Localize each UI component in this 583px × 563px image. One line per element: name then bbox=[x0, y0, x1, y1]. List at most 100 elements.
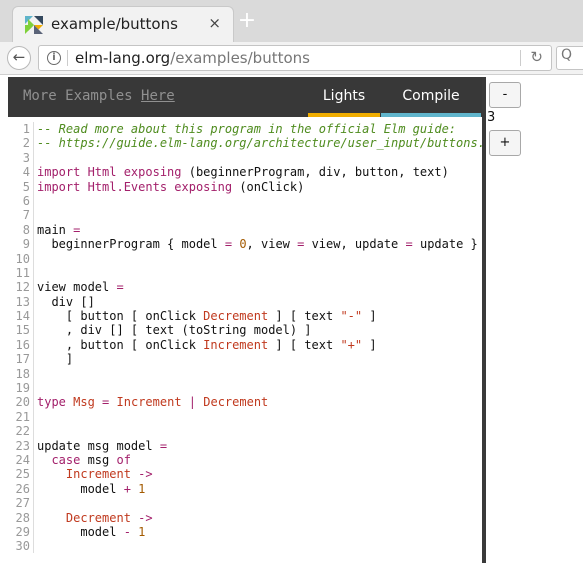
code-token: model bbox=[37, 524, 124, 539]
code-token: 0 bbox=[239, 237, 247, 252]
search-icon[interactable]: Q bbox=[556, 46, 583, 70]
code-text: import Html.Events exposing (onClick) bbox=[30, 180, 304, 194]
code-token: exposing bbox=[167, 179, 240, 194]
code-token: = bbox=[73, 222, 81, 237]
increment-button[interactable]: + bbox=[489, 130, 521, 156]
code-line[interactable]: 18 bbox=[8, 367, 482, 381]
compile-accent-bar bbox=[381, 113, 481, 117]
code-text: case msg of bbox=[30, 452, 131, 467]
line-number: 11 bbox=[15, 265, 30, 280]
code-token: exposing bbox=[116, 165, 189, 180]
code-line[interactable]: 4 import Html exposing (beginnerProgram, … bbox=[8, 165, 482, 179]
code-line[interactable]: 1 -- Read more about this program in the … bbox=[8, 122, 482, 136]
code-line[interactable]: 6 bbox=[8, 194, 482, 208]
code-token: - bbox=[123, 524, 131, 539]
code-line[interactable]: 29 model - 1 bbox=[8, 525, 482, 539]
browser-tab-strip: example/buttons × + bbox=[0, 0, 583, 42]
code-line[interactable]: 27 bbox=[8, 496, 482, 510]
compile-button[interactable]: Compile bbox=[381, 77, 481, 117]
code-line[interactable]: 12 view model = bbox=[8, 280, 482, 294]
code-token: ] bbox=[362, 309, 377, 324]
code-line[interactable]: 14 [ button [ onClick Decrement ] [ text… bbox=[8, 309, 482, 323]
code-line[interactable]: 15 , div [] [ text (toString model) ] bbox=[8, 323, 482, 337]
code-text: ] bbox=[30, 352, 73, 366]
line-number: 12 bbox=[15, 280, 30, 295]
editor-top-bar: More Examples Here Lights Compile bbox=[8, 77, 482, 117]
code-token: = bbox=[405, 237, 413, 252]
code-line[interactable]: 24 case msg of bbox=[8, 453, 482, 467]
reload-icon[interactable]: ↻ bbox=[530, 48, 543, 66]
line-number: 19 bbox=[15, 381, 30, 396]
code-token: Decrement bbox=[65, 510, 131, 525]
code-line[interactable]: 2 -- https://guide.elm-lang.org/architect… bbox=[8, 136, 482, 150]
code-line[interactable]: 13 div [] bbox=[8, 295, 482, 309]
code-line[interactable]: 3 bbox=[8, 151, 482, 165]
code-line[interactable]: 30 bbox=[8, 539, 482, 553]
code-line[interactable]: 10 bbox=[8, 252, 482, 266]
code-line[interactable]: 11 bbox=[8, 266, 482, 280]
code-line[interactable]: 16 , button [ onClick Increment ] [ text… bbox=[8, 338, 482, 352]
more-examples-label: More Examples bbox=[23, 88, 142, 104]
code-token: + bbox=[123, 481, 131, 496]
counter-value: 3 bbox=[487, 110, 496, 125]
line-number: 3 bbox=[22, 150, 30, 165]
code-line[interactable]: 20 type Msg = Increment | Decrement bbox=[8, 395, 482, 409]
lights-button[interactable]: Lights bbox=[308, 77, 380, 117]
lights-label: Lights bbox=[322, 88, 366, 104]
new-tab-button[interactable]: + bbox=[234, 10, 260, 34]
code-token: case bbox=[51, 452, 81, 467]
elm-logo-icon bbox=[25, 16, 43, 34]
code-text: view model = bbox=[30, 280, 124, 294]
code-line[interactable]: 25 Increment -> bbox=[8, 467, 482, 481]
url-separator bbox=[67, 50, 68, 66]
code-token: div [] bbox=[37, 294, 95, 309]
code-line[interactable]: 28 Decrement -> bbox=[8, 511, 482, 525]
code-token: ] bbox=[37, 352, 74, 367]
code-text: model + 1 bbox=[30, 482, 145, 496]
browser-tab[interactable]: example/buttons × bbox=[12, 6, 234, 42]
code-line[interactable]: 8 main = bbox=[8, 223, 482, 237]
line-number: 27 bbox=[15, 496, 30, 511]
code-token: (beginnerProgram, div, button, text) bbox=[188, 165, 449, 180]
decrement-button[interactable]: - bbox=[489, 82, 521, 108]
line-number: 14 bbox=[15, 309, 30, 324]
more-examples-text: More Examples Here bbox=[23, 88, 175, 104]
code-token: Decrement bbox=[203, 309, 269, 324]
line-number: 24 bbox=[15, 452, 30, 467]
code-line[interactable]: 22 bbox=[8, 424, 482, 438]
code-line[interactable]: 23 update msg model = bbox=[8, 439, 482, 453]
code-token: type bbox=[37, 395, 74, 410]
output-panel: - 3 + bbox=[486, 77, 583, 563]
address-bar[interactable]: i elm-lang.org/examples/buttons ↻ bbox=[38, 45, 552, 71]
code-text: div [] bbox=[30, 294, 95, 309]
code-line[interactable]: 9 beginnerProgram { model = 0, view = vi… bbox=[8, 237, 482, 251]
code-token: , view bbox=[246, 237, 298, 252]
code-token: main bbox=[37, 222, 74, 237]
code-line[interactable]: 21 bbox=[8, 410, 482, 424]
code-line[interactable]: 5 import Html.Events exposing (onClick) bbox=[8, 180, 482, 194]
code-line[interactable]: 17 ] bbox=[8, 352, 482, 366]
line-number: 30 bbox=[15, 539, 30, 553]
code-token: of bbox=[116, 452, 131, 467]
info-icon[interactable]: i bbox=[47, 51, 61, 65]
code-line[interactable]: 19 bbox=[8, 381, 482, 395]
url-text: elm-lang.org/examples/buttons bbox=[75, 49, 310, 67]
line-number: 23 bbox=[15, 438, 30, 453]
back-button[interactable]: ← bbox=[7, 46, 31, 70]
code-line[interactable]: 26 model + 1 bbox=[8, 482, 482, 496]
code-token: -- https://guide.elm-lang.org/architectu… bbox=[37, 136, 482, 151]
code-line[interactable]: 7 bbox=[8, 208, 482, 222]
code-token: Msg bbox=[73, 395, 95, 410]
code-token: , button [ onClick bbox=[37, 337, 204, 352]
line-number: 8 bbox=[22, 222, 30, 237]
here-link[interactable]: Here bbox=[141, 88, 175, 104]
line-number: 17 bbox=[15, 352, 30, 367]
line-number: 10 bbox=[15, 251, 30, 266]
code-area[interactable]: 1 -- Read more about this program in the … bbox=[8, 122, 482, 553]
code-token: (onClick) bbox=[239, 179, 305, 194]
tab-close-icon[interactable]: × bbox=[208, 14, 221, 32]
line-number: 6 bbox=[22, 193, 30, 208]
line-number: 22 bbox=[15, 424, 30, 439]
